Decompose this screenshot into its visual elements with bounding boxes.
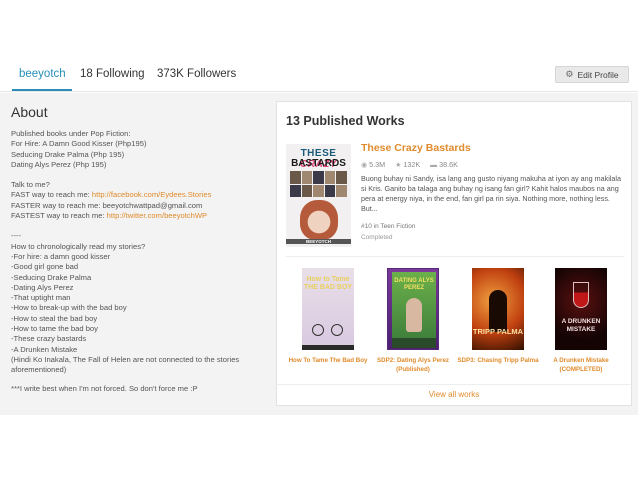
comments-stat: ▬ 38.6K (430, 160, 458, 169)
book-cover[interactable]: How to Tame THE BAD BOY (302, 268, 354, 350)
contact-line: FASTEST way to reach me: http://twitter.… (11, 211, 208, 221)
active-tab-indicator (12, 89, 72, 91)
view-all-works-link[interactable]: View all works (277, 384, 631, 399)
reads-stat: ◉ 5.3M (361, 160, 386, 169)
work-description: Buong buhay ni Sandy, isa lang ang gusto… (361, 174, 621, 213)
book-cover[interactable]: A DRUNKEN MISTAKE (555, 268, 607, 350)
works-title: 13 Published Works (286, 114, 405, 128)
edit-profile-button[interactable]: ⚙ Edit Profile (555, 66, 629, 83)
order-line: -How to steal the bad boy (11, 313, 98, 323)
star-icon: ★ (395, 162, 402, 169)
work-rank: #10 in Teen Fiction (361, 223, 416, 230)
order-line: -That uptight man (11, 293, 71, 303)
about-line: Seducing Drake Palma (Php 195) (11, 149, 125, 159)
work-stats: ◉ 5.3M ★ 132K ▬ 38.6K (361, 160, 458, 169)
about-footer: ***I write best when I'm not forced. So … (11, 383, 198, 393)
book-title[interactable]: How To Tame The Bad Boy (287, 356, 369, 365)
order-line: (Hindi Ko Inakala, The Fall of Helen are… (11, 354, 240, 364)
votes-stat: ★ 132K (395, 160, 421, 169)
order-line: -A Drunken Mistake (11, 344, 78, 354)
book-item[interactable]: A DRUNKEN MISTAKE A Drunken Mistake (COM… (540, 268, 622, 374)
book-item[interactable]: TRIPP PALMA SDP3: Chasing Tripp Palma (457, 268, 539, 365)
book-title[interactable]: SDP3: Chasing Tripp Palma (457, 356, 539, 365)
about-section: About Published books under Pop Fiction:… (11, 104, 269, 394)
order-line: -Seducing Drake Palma (11, 272, 92, 282)
tab-followers[interactable]: 373K Followers (157, 68, 236, 80)
comment-icon: ▬ (430, 162, 438, 169)
book-item[interactable]: DATING ALYS PEREZ SDP2: Dating Alys Pere… (372, 268, 454, 374)
work-status: Completed (361, 234, 393, 241)
book-item[interactable]: How to Tame THE BAD BOY How To Tame The … (287, 268, 369, 365)
eye-icon: ◉ (361, 162, 368, 169)
book-title[interactable]: SDP2: Dating Alys Perez (Published) (372, 356, 454, 374)
order-line: ---- (11, 231, 22, 241)
order-line: -Dating Alys Perez (11, 282, 74, 292)
featured-work-title[interactable]: These Crazy Bastards (361, 142, 471, 154)
about-title: About (11, 104, 48, 120)
order-line: -How to break-up with the bad boy (11, 303, 127, 313)
order-line: -How to tame the bad boy (11, 324, 98, 334)
order-line: -These crazy bastards (11, 334, 87, 344)
contact-line: FASTER way to reach me: beeyotchwattpad@… (11, 200, 203, 210)
facebook-link[interactable]: http://facebook.com/Eydees.Stories (92, 190, 211, 199)
book-cover[interactable]: TRIPP PALMA (472, 268, 524, 350)
featured-book-cover[interactable]: THESE CRAZY BASTARDS BEEYOTCH (286, 144, 351, 247)
twitter-link[interactable]: http://twitter.com/beeyotchWP (107, 211, 207, 220)
tab-username[interactable]: beeyotch (19, 68, 66, 80)
order-line: -Good girl gone bad (11, 262, 79, 272)
published-works-card: 13 Published Works THESE CRAZY BASTARDS … (276, 101, 632, 406)
about-line: Published books under Pop Fiction: (11, 129, 131, 138)
contact-line: Talk to me? (11, 180, 50, 190)
order-line: -For hire: a damn good kisser (11, 251, 111, 261)
about-line: For Hire: A Damn Good Kisser (Php195) (11, 139, 147, 149)
book-cover[interactable]: DATING ALYS PEREZ (387, 268, 439, 350)
order-line: How to chronologically read my stories? (11, 241, 146, 251)
contact-line: FAST way to reach me: http://facebook.co… (11, 190, 212, 200)
tab-following[interactable]: 18 Following (80, 68, 145, 80)
book-title[interactable]: A Drunken Mistake (COMPLETED) (540, 356, 622, 374)
about-line: Dating Alys Perez (Php 195) (11, 159, 107, 169)
order-line: aforementioned) (11, 365, 67, 375)
profile-nav: beeyotch 18 Following 373K Followers (0, 58, 638, 92)
edit-profile-label: Edit Profile (577, 69, 619, 80)
gear-icon: ⚙ (565, 69, 574, 79)
